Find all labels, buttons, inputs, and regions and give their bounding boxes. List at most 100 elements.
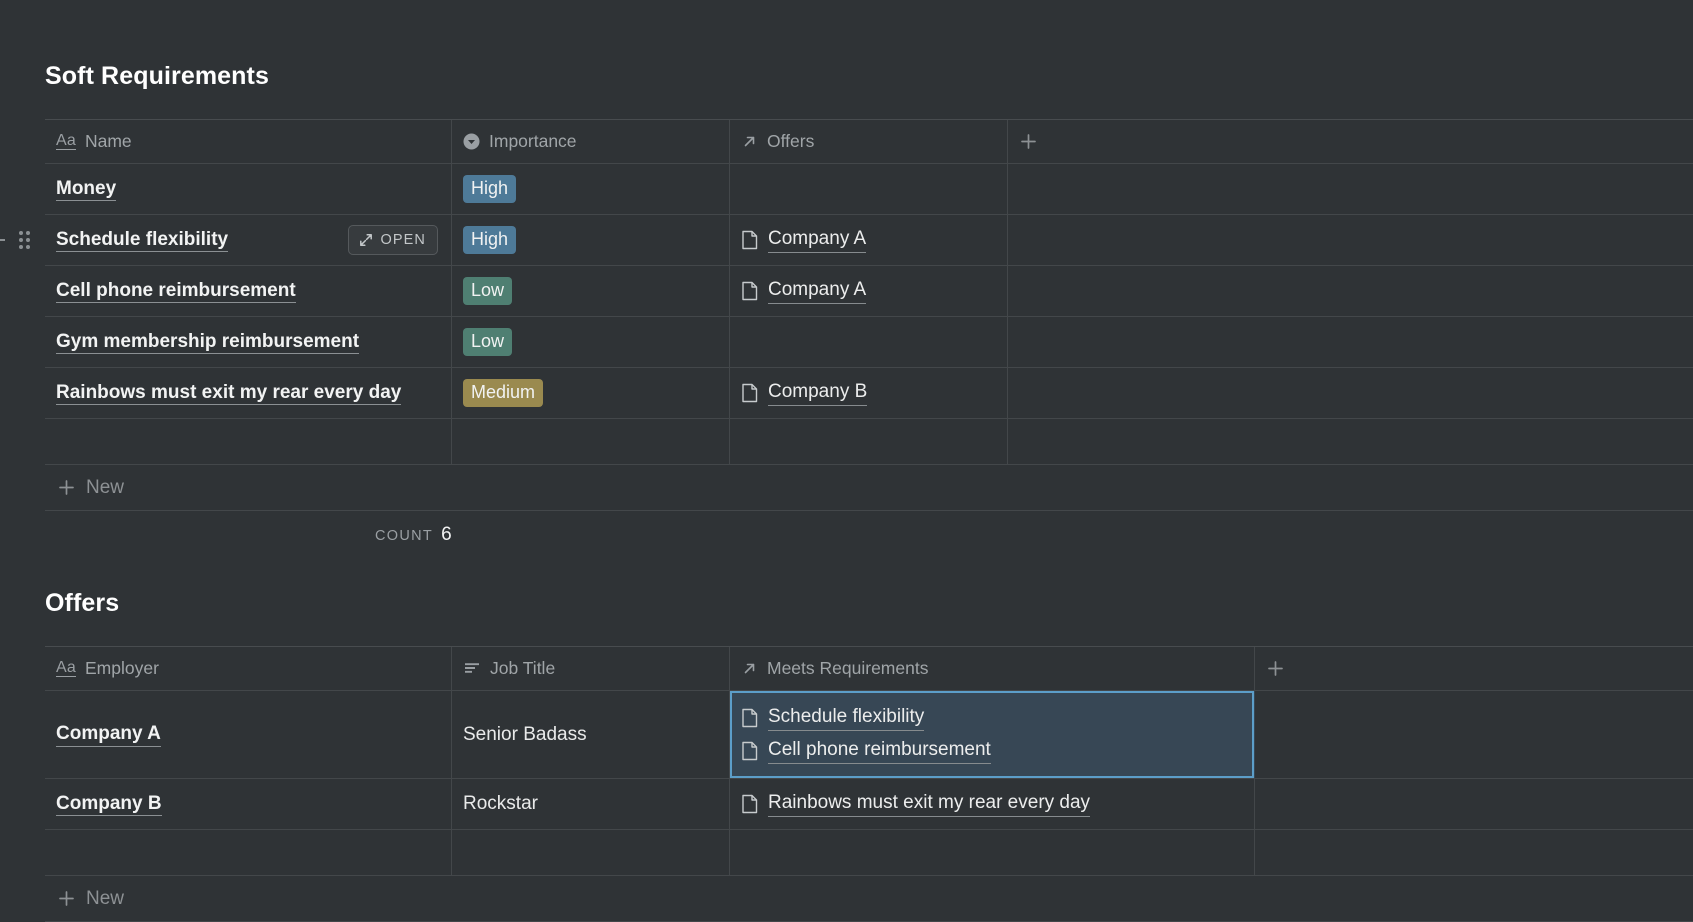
table-row[interactable]: Rainbows must exit my rear every day Med… — [45, 368, 1693, 419]
column-header-name[interactable]: Aa Name — [45, 120, 452, 163]
cell-job-title[interactable]: Rockstar — [452, 779, 730, 829]
relation-label: Company A — [768, 227, 867, 253]
cell-empty — [1008, 368, 1693, 418]
cell-empty[interactable] — [45, 419, 452, 464]
cell-empty — [1008, 266, 1693, 316]
relation-chip[interactable]: Schedule flexibility — [741, 705, 1243, 731]
add-new-row-label: New — [86, 887, 125, 909]
column-header-importance[interactable]: Importance — [452, 120, 730, 163]
text-aa-icon: Aa — [56, 658, 76, 678]
row-title: Rainbows must exit my rear every day — [56, 381, 402, 406]
page-document-icon — [741, 230, 759, 250]
relation-arrow-icon — [741, 660, 758, 677]
add-new-row-button[interactable]: New — [45, 876, 1693, 922]
relation-label: Company A — [768, 278, 867, 304]
relation-label: Schedule flexibility — [768, 705, 925, 731]
drag-handle-icon[interactable] — [19, 231, 30, 249]
add-column-button[interactable] — [1255, 647, 1693, 690]
cell-offers[interactable]: Company B — [730, 368, 1008, 418]
cell-empty[interactable] — [730, 419, 1008, 464]
column-header-employer[interactable]: Aa Employer — [45, 647, 452, 690]
row-title: Company A — [56, 722, 161, 747]
cell-name[interactable]: Gym membership reimbursement — [45, 317, 452, 367]
cell-offers[interactable]: Company A — [730, 215, 1008, 265]
add-column-button[interactable] — [1008, 120, 1693, 163]
cell-empty[interactable] — [452, 419, 730, 464]
table-row[interactable]: Company B Rockstar Rainbows must exit my… — [45, 779, 1693, 830]
collapse-dash-icon[interactable] — [0, 239, 5, 241]
column-header-job-title-label: Job Title — [490, 658, 556, 678]
cell-empty[interactable] — [730, 830, 1255, 875]
rich-text-lines-icon — [463, 661, 481, 677]
plus-icon — [57, 478, 76, 497]
plus-icon — [57, 889, 76, 908]
open-row-button[interactable]: OPEN — [347, 225, 438, 255]
cell-empty — [1008, 317, 1693, 367]
column-header-importance-label: Importance — [489, 131, 577, 151]
table-row-blank[interactable] — [45, 419, 1693, 465]
page-document-icon — [741, 383, 759, 403]
table-row[interactable]: Company A Senior Badass Schedule flexibi… — [45, 691, 1693, 779]
relation-chip[interactable]: Cell phone reimbursement — [741, 738, 1243, 764]
cell-name[interactable]: Cell phone reimbursement — [45, 266, 452, 316]
column-header-offers-label: Offers — [767, 131, 815, 151]
cell-importance[interactable]: High — [452, 164, 730, 214]
plus-icon — [1019, 132, 1038, 151]
count-label: Count — [375, 528, 434, 544]
table-row-blank[interactable] — [45, 830, 1693, 876]
select-dropdown-icon — [463, 133, 480, 150]
cell-empty — [1008, 215, 1693, 265]
cell-offers[interactable] — [730, 317, 1008, 367]
table-header-row: Aa Employer Job Title Meets Requirements — [45, 647, 1693, 691]
cell-offers[interactable] — [730, 164, 1008, 214]
relation-arrow-icon — [741, 133, 758, 150]
offers-table: Aa Employer Job Title Meets Requirements… — [45, 646, 1693, 876]
count-aggregate[interactable]: Count 6 — [375, 524, 452, 546]
add-new-row-label: New — [86, 476, 125, 498]
cell-employer[interactable]: Company A — [45, 691, 452, 778]
cell-empty[interactable] — [452, 830, 730, 875]
column-header-job-title[interactable]: Job Title — [452, 647, 730, 690]
open-row-label: OPEN — [380, 232, 426, 248]
cell-importance[interactable]: Low — [452, 317, 730, 367]
cell-importance[interactable]: Medium — [452, 368, 730, 418]
relation-chip[interactable]: Company A — [741, 227, 996, 253]
page-document-icon — [741, 741, 759, 761]
cell-meets-requirements-selected[interactable]: Schedule flexibility Cell phone reimburs… — [730, 691, 1255, 778]
column-header-offers[interactable]: Offers — [730, 120, 1008, 163]
cell-name[interactable]: Schedule flexibility OPEN — [45, 215, 452, 265]
relation-chip[interactable]: Company B — [741, 380, 996, 406]
table-row[interactable]: Cell phone reimbursement Low Company A — [45, 266, 1693, 317]
offers-title: Offers — [45, 589, 120, 617]
expand-arrows-icon — [359, 233, 373, 247]
soft-requirements-section: Soft Requirements Aa Name Importance Off… — [0, 62, 1693, 559]
relation-chip[interactable]: Company A — [741, 278, 996, 304]
cell-empty — [1255, 830, 1693, 875]
job-title-value: Senior Badass — [463, 723, 587, 745]
table-row[interactable]: Schedule flexibility OPEN High Company A — [0, 215, 1693, 266]
count-value: 6 — [441, 524, 452, 545]
row-title: Gym membership reimbursement — [56, 330, 360, 355]
page-document-icon — [741, 708, 759, 728]
cell-name[interactable]: Rainbows must exit my rear every day — [45, 368, 452, 418]
cell-importance[interactable]: High — [452, 215, 730, 265]
column-header-meets-requirements[interactable]: Meets Requirements — [730, 647, 1255, 690]
table-row[interactable]: Money High — [45, 164, 1693, 215]
cell-job-title[interactable]: Senior Badass — [452, 691, 730, 778]
relation-chip[interactable]: Rainbows must exit my rear every day — [741, 791, 1243, 817]
page-document-icon — [741, 281, 759, 301]
cell-empty[interactable] — [45, 830, 452, 875]
cell-importance[interactable]: Low — [452, 266, 730, 316]
relation-label: Rainbows must exit my rear every day — [768, 791, 1091, 817]
row-hover-controls — [0, 215, 30, 265]
add-new-row-button[interactable]: New — [45, 465, 1693, 511]
soft-requirements-table: Aa Name Importance Offers Money High Sch… — [0, 119, 1693, 465]
cell-offers[interactable]: Company A — [730, 266, 1008, 316]
cell-empty — [1255, 691, 1693, 778]
table-row[interactable]: Gym membership reimbursement Low — [45, 317, 1693, 368]
cell-meets-requirements[interactable]: Rainbows must exit my rear every day — [730, 779, 1255, 829]
status-badge: Medium — [463, 379, 544, 407]
cell-name[interactable]: Money — [45, 164, 452, 214]
cell-empty — [1008, 164, 1693, 214]
cell-employer[interactable]: Company B — [45, 779, 452, 829]
